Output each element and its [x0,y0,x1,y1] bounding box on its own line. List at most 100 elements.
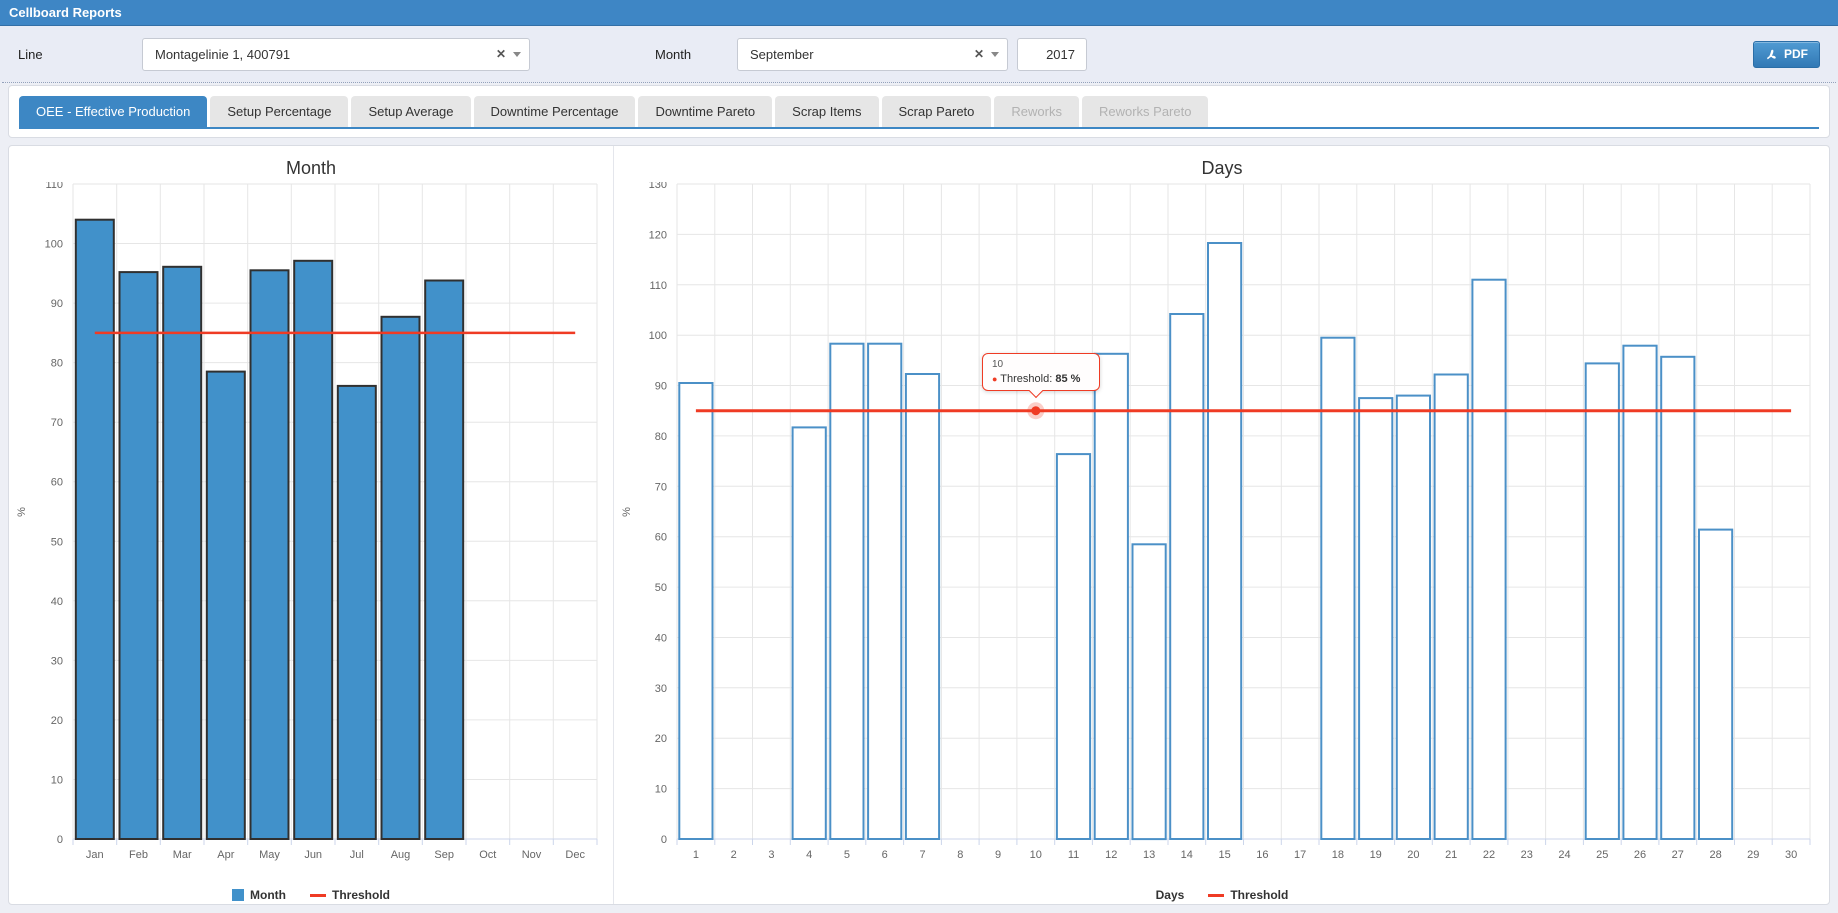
clear-icon[interactable]: ✕ [974,47,984,61]
charts-panel: Month 0 10 20 30 40 50 60 70 80 90 100 110 Jan Feb Mar… [8,145,1830,905]
month-label: Month [655,46,692,62]
svg-text:4: 4 [806,849,812,861]
svg-text:Jun: Jun [304,849,322,861]
days-chart[interactable]: 01020304050607080901001101201301 2 3 4 5 6 7 8 9… [614,179,1830,878]
svg-text:90: 90 [51,298,63,310]
svg-text:11: 11 [1068,849,1079,861]
svg-text:100: 100 [45,239,63,251]
svg-text:10: 10 [655,784,667,796]
chevron-down-icon[interactable] [991,52,999,61]
line-label: Line [18,46,43,62]
year-input[interactable]: 2017 [1017,37,1087,71]
svg-text:130: 130 [649,182,667,191]
svg-text:Feb: Feb [129,849,148,861]
bar [867,342,903,840]
svg-text:3: 3 [768,849,774,861]
svg-text:110: 110 [649,280,667,292]
bar [1471,278,1507,840]
legend-label: Month [250,888,286,902]
pdf-button[interactable]: PDF [1753,40,1820,68]
threshold-line-icon [1208,893,1225,897]
bar [1660,355,1696,841]
bar [1055,453,1092,840]
bar [1433,373,1469,840]
tab-setup-percentage[interactable]: Setup Percentage [210,96,349,127]
svg-text:90: 90 [655,381,667,393]
svg-text:22: 22 [1483,849,1495,861]
svg-text:30: 30 [51,655,63,667]
bar [424,279,465,840]
svg-text:27: 27 [1672,849,1684,861]
filter-bar: Line Montagelinie 1, 400791 ✕ Month Sept… [0,26,1838,82]
svg-text:1: 1 [693,849,699,861]
svg-text:Oct: Oct [479,849,496,861]
svg-text:26: 26 [1634,849,1646,861]
legend-item-threshold[interactable]: Threshold [309,888,390,902]
svg-text:7: 7 [919,849,925,861]
month-chart-legend: Month Threshold [9,883,613,907]
days-chart-panel: Days 0 10 20 30 40 50 60 70 80 90 100 110 120 130 1 2 3 4… [614,146,1830,904]
month-chart[interactable]: 0 10 20 30 40 50 60 70 80 90 100 110 Jan Feb Mar Apr May… [9,179,613,878]
tab-scrap-pareto[interactable]: Scrap Pareto [881,96,992,127]
svg-text:50: 50 [51,536,63,548]
app-title-bar: Cellboard Reports [0,0,1838,26]
bar [678,382,714,840]
svg-text:24: 24 [1558,849,1570,861]
divider [2,82,1836,83]
svg-text:5: 5 [844,849,850,861]
svg-text:Jan: Jan [86,849,104,861]
point-marker-icon: ● [992,374,998,384]
tab-scrap-items[interactable]: Scrap Items [775,96,879,127]
bar [74,218,115,840]
bar [293,259,334,841]
days-chart-legend: Days Threshold [614,883,1830,907]
svg-text:60: 60 [51,477,63,489]
month-select[interactable]: September ✕ [737,37,1008,71]
svg-text:Nov: Nov [522,849,542,861]
svg-text:6: 6 [882,849,888,861]
bar [1395,394,1431,840]
chevron-down-icon[interactable] [513,52,521,61]
legend-item-month[interactable]: Month [232,888,286,902]
svg-text:18: 18 [1332,849,1344,861]
clear-icon[interactable]: ✕ [496,47,506,61]
svg-text:80: 80 [655,431,667,443]
legend-item-threshold[interactable]: Threshold [1208,888,1288,902]
month-chart-area: 0 10 20 30 40 50 60 70 80 90 100 110 Jan Feb Mar Apr May… [9,179,613,883]
svg-text:2: 2 [731,849,737,861]
tooltip-category: 10 [992,359,1004,370]
svg-text:30: 30 [655,683,667,695]
line-select-value: Montagelinie 1, 400791 [155,46,291,62]
svg-text:70: 70 [51,417,63,429]
svg-text:Apr: Apr [217,849,234,861]
tab-strip: OEE - Effective Production Setup Percenta… [8,85,1830,138]
svg-text:May: May [259,849,280,861]
threshold-line-icon [309,893,326,897]
svg-text:8: 8 [957,849,963,861]
bar [1358,397,1394,840]
svg-text:9: 9 [995,849,1001,861]
bar [791,426,827,840]
tooltip-value-row: ● Threshold: 85 % [992,373,1090,385]
svg-text:12: 12 [1105,849,1117,861]
line-select[interactable]: Montagelinie 1, 400791 ✕ [142,37,530,71]
days-axis-title: Days [1155,888,1185,902]
tab-downtime-percentage[interactable]: Downtime Percentage [473,96,636,127]
tab-setup-average[interactable]: Setup Average [351,96,471,127]
svg-text:50: 50 [655,582,667,594]
svg-text:30: 30 [1785,849,1797,861]
bar [162,265,203,841]
series-swatch-icon [232,889,244,901]
svg-text:15: 15 [1218,849,1230,861]
bar [380,315,421,841]
bar [1131,543,1167,841]
svg-text:120: 120 [649,229,667,241]
tab-oee-effective-production[interactable]: OEE - Effective Production [19,96,208,127]
svg-text:60: 60 [655,532,667,544]
svg-text:17: 17 [1294,849,1306,861]
pdf-button-label: PDF [1784,47,1808,61]
pdf-icon [1767,49,1776,59]
tab-downtime-pareto[interactable]: Downtime Pareto [638,96,773,127]
app-title: Cellboard Reports [9,5,122,20]
svg-text:29: 29 [1747,849,1759,861]
